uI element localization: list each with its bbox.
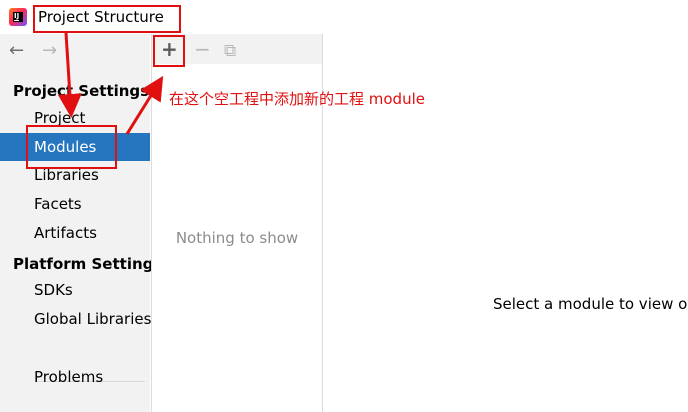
arrow-title-to-modules: [57, 32, 82, 118]
arrow-modules-to-add: [125, 75, 164, 135]
annotation-arrows: [57, 32, 164, 135]
